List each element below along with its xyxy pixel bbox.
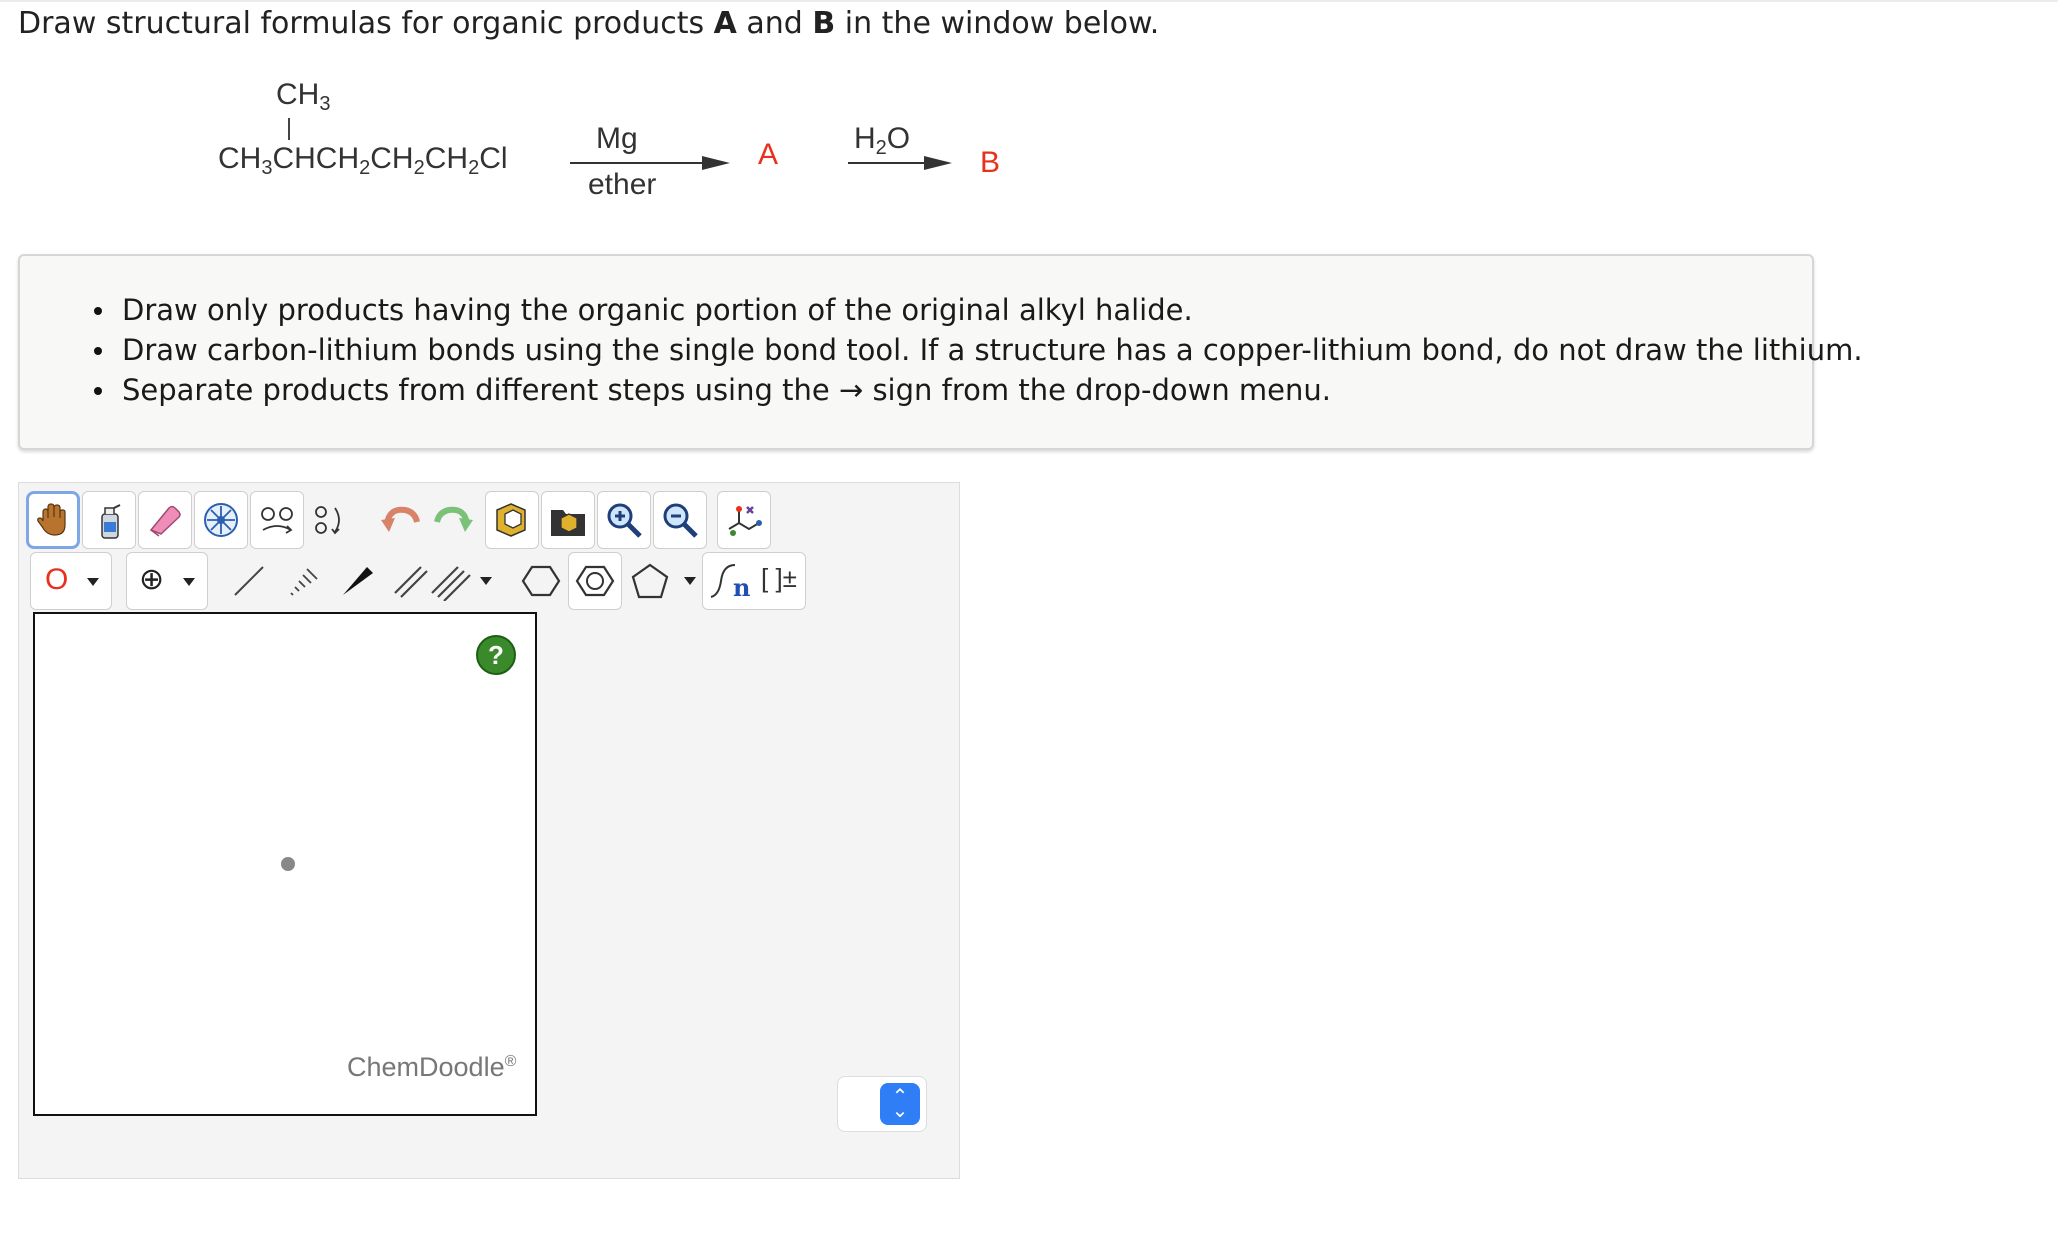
repeat-n-label: n <box>733 573 751 602</box>
redo-button[interactable] <box>426 491 480 549</box>
single-bond-button[interactable] <box>222 552 276 610</box>
clear-button[interactable] <box>82 491 136 549</box>
center-molecule-button[interactable] <box>194 491 248 549</box>
compass-icon <box>204 503 238 537</box>
reaction-arrow-1 <box>570 162 710 164</box>
hand-icon <box>37 503 66 536</box>
zoom-in-button[interactable] <box>597 491 651 549</box>
solid-wedge-bond-icon <box>343 567 373 595</box>
eraser-icon <box>149 505 181 537</box>
charge-plus-icon: ⊕ <box>139 563 165 596</box>
help-button[interactable]: ? <box>476 635 516 675</box>
instruction-item: Separate products from different steps u… <box>20 370 1863 410</box>
benzene-icon <box>575 565 615 597</box>
open-file-button[interactable] <box>541 491 595 549</box>
undo-button[interactable] <box>374 491 428 549</box>
triple-bond-dropdown[interactable] <box>428 552 498 610</box>
drawing-canvas[interactable]: ? ChemDoodle® <box>33 612 537 1116</box>
arrow-selector[interactable]: ⌃ ⌄ <box>837 1076 927 1132</box>
instruction-item: Draw carbon-lithium bonds using the sing… <box>20 330 1863 370</box>
reagent-ether: ether <box>588 168 657 201</box>
charge-dropdown[interactable]: ⊕ <box>126 552 208 610</box>
canvas-cursor-dot <box>281 857 295 871</box>
atom-dropdown[interactable]: O <box>30 552 112 610</box>
chevron-down-icon <box>480 577 492 585</box>
zoom-out-button[interactable] <box>653 491 707 549</box>
arrow-head-2 <box>924 156 952 170</box>
template-icon <box>496 503 526 537</box>
instruction-item: Draw only products having the organic po… <box>20 290 1863 330</box>
zoom-in-icon <box>607 503 642 538</box>
cyclopentane-icon <box>631 563 669 599</box>
spray-bottle-icon <box>101 504 121 539</box>
chevron-down-icon <box>183 578 195 586</box>
dashed-wedge-bond-icon <box>290 568 318 596</box>
chevron-down-icon <box>87 578 99 586</box>
undo-icon <box>381 506 420 532</box>
sgroup-bracket-tools[interactable]: n [ ]± <box>702 552 806 610</box>
flip-vertical-icon <box>315 506 340 535</box>
bracket-charge-label: [ ]± <box>761 563 797 593</box>
reagent-water: H2O <box>854 122 911 159</box>
triple-bond-icon <box>431 566 471 601</box>
chemdoodle-editor: O ⊕ n []± ? ChemDoodle® ⌃ ⌄ <box>18 482 960 1179</box>
branch-bond <box>288 118 290 140</box>
redo-icon <box>434 506 473 532</box>
reaction-arrow-2 <box>848 162 928 164</box>
clean-structure-button[interactable] <box>717 491 771 549</box>
reaction-scheme: CH3 CH3CHCH2CH2CH2Cl Mg ether A H2O B <box>0 0 1100 230</box>
clean-structure-icon <box>728 506 762 536</box>
flip-horizontal-button[interactable] <box>250 491 304 549</box>
ring-dropdown[interactable] <box>622 552 704 610</box>
wedge-bond-button[interactable] <box>330 552 384 610</box>
hand-tool-button[interactable] <box>26 491 80 549</box>
help-label: ? <box>488 639 504 670</box>
product-a-label: A <box>758 138 779 171</box>
double-bond-icon <box>394 566 428 598</box>
chevron-down-icon <box>684 577 696 585</box>
eraser-button[interactable] <box>138 491 192 549</box>
instructions-box: Draw only products having the organic po… <box>18 254 1863 450</box>
template-button[interactable] <box>485 491 539 549</box>
alkyl-halide-formula: CH3CHCH2CH2CH2Cl <box>218 142 508 179</box>
instructions-list: Draw only products having the organic po… <box>20 290 1863 410</box>
flip-vertical-button[interactable] <box>302 491 356 549</box>
cyclohexane-button[interactable] <box>514 552 568 610</box>
single-bond-icon <box>234 566 264 596</box>
folder-icon <box>551 510 585 536</box>
product-b-label: B <box>980 146 1001 179</box>
zoom-out-icon <box>663 503 698 538</box>
methyl-branch: CH3 <box>276 78 331 115</box>
reagent-mg: Mg <box>596 122 638 155</box>
cyclohexane-icon <box>521 565 561 597</box>
arrow-head-1 <box>702 156 730 170</box>
flip-horizontal-icon <box>261 507 293 534</box>
chemdoodle-brand: ChemDoodle® <box>347 1052 517 1082</box>
benzene-button[interactable] <box>568 552 622 610</box>
up-down-chevron-icon: ⌃ ⌄ <box>880 1083 920 1125</box>
atom-label: O <box>45 563 69 596</box>
recessed-bond-button[interactable] <box>276 552 330 610</box>
